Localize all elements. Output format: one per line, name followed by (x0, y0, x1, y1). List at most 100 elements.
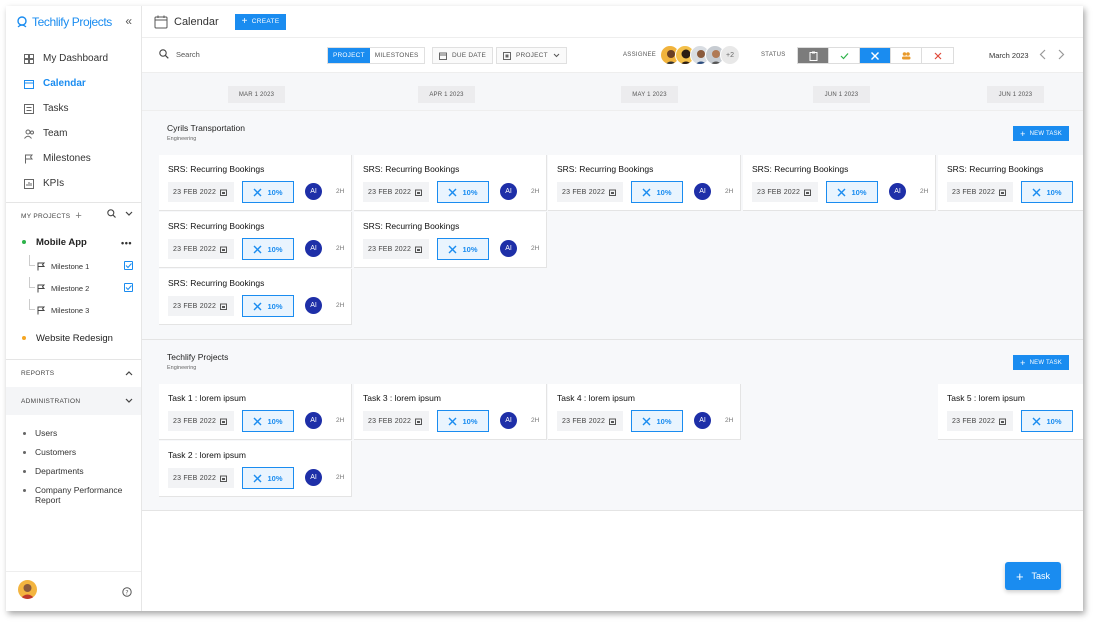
due-date-chip[interactable]: 23 FEB 2022 (168, 296, 234, 316)
milestone-item[interactable]: Milestone 2 (6, 277, 141, 299)
project-mobile-app[interactable]: Mobile App ••• (6, 229, 141, 255)
progress-badge[interactable]: 10% (242, 467, 294, 489)
progress-badge[interactable]: 10% (826, 181, 878, 203)
avatar[interactable] (18, 580, 37, 599)
project-filter[interactable]: PROJECT (496, 47, 567, 64)
admin-item-users[interactable]: Users (6, 424, 141, 443)
status-cancelled-button[interactable] (922, 48, 953, 63)
nav-label: My Dashboard (43, 53, 109, 64)
status-done-button[interactable] (829, 48, 860, 63)
due-date-chip[interactable]: 23 FEB 2022 (557, 411, 623, 431)
assignee-avatar[interactable]: AI (889, 183, 906, 200)
task-card[interactable]: Task 4 : lorem ipsum 23 FEB 2022 10% AI 2H (548, 384, 741, 440)
task-card[interactable]: SRS: Recurring Bookings 23 FEB 2022 10% AI 2… (354, 212, 547, 268)
assignee-avatar[interactable]: AI (500, 240, 517, 257)
progress-badge[interactable]: 10% (1021, 181, 1073, 203)
add-task-fab[interactable]: + Task (1005, 562, 1061, 590)
assignee-avatar[interactable]: AI (694, 183, 711, 200)
checkbox-icon[interactable] (124, 261, 133, 270)
progress-badge[interactable]: 10% (631, 410, 683, 432)
task-card[interactable]: Task 1 : lorem ipsum 23 FEB 2022 10% AI 2H (159, 384, 352, 440)
new-task-button[interactable]: + NEW TASK (1013, 355, 1069, 370)
task-card[interactable]: Task 2 : lorem ipsum 23 FEB 2022 10% AI 2H (159, 441, 352, 497)
due-date-chip[interactable]: 23 FEB 2022 (947, 182, 1013, 202)
task-card[interactable]: Task 3 : lorem ipsum 23 FEB 2022 10% AI 2H (354, 384, 547, 440)
reports-header[interactable]: REPORTS (6, 360, 141, 387)
help-icon[interactable]: ? (122, 587, 132, 597)
admin-item-customers[interactable]: Customers (6, 443, 141, 462)
due-date-chip[interactable]: 23 FEB 2022 (363, 411, 429, 431)
due-date-chip[interactable]: 23 FEB 2022 (168, 468, 234, 488)
due-date-filter[interactable]: DUE DATE (432, 47, 493, 64)
status-in-progress-button[interactable] (860, 48, 891, 63)
nav-kpis[interactable]: KPIs (6, 171, 141, 196)
progress-badge[interactable]: 10% (631, 181, 683, 203)
nav-calendar[interactable]: Calendar (6, 71, 141, 96)
due-date-chip[interactable]: 23 FEB 2022 (363, 239, 429, 259)
milestone-item[interactable]: Milestone 3 (6, 299, 141, 321)
due-date-chip[interactable]: 23 FEB 2022 (168, 182, 234, 202)
task-card[interactable]: SRS: Recurring Bookings 23 FEB 2022 10% AI 2… (743, 155, 936, 211)
task-card[interactable]: SRS: Recurring Bookings 23 FEB 2022 10% AI 2… (159, 269, 352, 325)
assignee-avatar[interactable]: AI (305, 297, 322, 314)
due-date-chip[interactable]: 23 FEB 2022 (947, 411, 1013, 431)
progress-badge[interactable]: 10% (242, 295, 294, 317)
assignee-avatar[interactable]: AI (305, 240, 322, 257)
progress-badge[interactable]: 10% (1021, 410, 1073, 432)
task-card[interactable]: SRS: Recurring Bookings 23 FEB 2022 10% AI 2… (159, 212, 352, 268)
task-card[interactable]: SRS: Recurring Bookings 23 FEB 2022 10% AI 2… (354, 155, 547, 211)
assignee-avatar[interactable]: AI (694, 412, 711, 429)
nav-milestones[interactable]: Milestones (6, 146, 141, 171)
more-assignees-badge[interactable]: +2 (720, 45, 740, 65)
assignee-avatar[interactable]: AI (305, 412, 322, 429)
due-date-chip[interactable]: 23 FEB 2022 (557, 182, 623, 202)
admin-item-company-performance[interactable]: Company Performance Report (6, 481, 141, 509)
task-card[interactable]: SRS: Recurring Bookings 23 FEB 2022 10% (938, 155, 1083, 211)
due-date-chip[interactable]: 23 FEB 2022 (752, 182, 818, 202)
checkbox-icon[interactable] (124, 283, 133, 292)
tab-project[interactable]: PROJECT (328, 48, 370, 63)
task-card[interactable]: SRS: Recurring Bookings 23 FEB 2022 10% AI 2… (548, 155, 741, 211)
nav-tasks[interactable]: Tasks (6, 96, 141, 121)
chevron-down-icon[interactable] (125, 398, 133, 404)
logo[interactable]: Techlify Projects « (6, 6, 141, 38)
task-title: Task 2 : lorem ipsum (168, 450, 246, 460)
admin-item-departments[interactable]: Departments (6, 462, 141, 481)
status-pending-button[interactable] (798, 48, 829, 63)
progress-badge[interactable]: 10% (242, 181, 294, 203)
due-date-chip[interactable]: 23 FEB 2022 (363, 182, 429, 202)
chevron-left-icon[interactable] (1039, 49, 1046, 60)
assignee-avatar[interactable]: AI (305, 183, 322, 200)
progress-badge[interactable]: 10% (242, 238, 294, 260)
due-date-chip[interactable]: 23 FEB 2022 (168, 239, 234, 259)
search-input[interactable]: Search (159, 49, 200, 59)
milestone-item[interactable]: Milestone 1 (6, 255, 141, 277)
more-icon[interactable]: ••• (121, 238, 132, 248)
chevron-down-icon[interactable] (125, 211, 133, 217)
progress-badge[interactable]: 10% (437, 410, 489, 432)
progress-badge[interactable]: 10% (242, 410, 294, 432)
assignee-avatar[interactable]: AI (500, 412, 517, 429)
progress-badge[interactable]: 10% (437, 238, 489, 260)
task-card[interactable]: SRS: Recurring Bookings 23 FEB 2022 10% AI 2… (159, 155, 352, 211)
assignee-avatar[interactable]: AI (500, 183, 517, 200)
chevron-up-icon[interactable] (125, 370, 133, 376)
create-button[interactable]: + CREATE (234, 13, 287, 30)
estimated-hours: 2H (920, 188, 929, 195)
add-project-icon[interactable]: + (75, 210, 82, 222)
progress-value: 10% (267, 301, 283, 311)
progress-badge[interactable]: 10% (437, 181, 489, 203)
nav-dashboard[interactable]: My Dashboard (6, 46, 141, 71)
task-card[interactable]: Task 5 : lorem ipsum 23 FEB 2022 10% (938, 384, 1083, 440)
project-website-redesign[interactable]: Website Redesign (6, 325, 141, 351)
collapse-sidebar-icon[interactable]: « (125, 15, 132, 27)
administration-header[interactable]: ADMINISTRATION (6, 387, 141, 415)
nav-team[interactable]: Team (6, 121, 141, 146)
new-task-button[interactable]: + NEW TASK (1013, 126, 1069, 141)
search-icon[interactable] (107, 209, 116, 218)
status-assigned-button[interactable] (891, 48, 922, 63)
assignee-avatar[interactable]: AI (305, 469, 322, 486)
chevron-right-icon[interactable] (1058, 49, 1065, 60)
due-date-chip[interactable]: 23 FEB 2022 (168, 411, 234, 431)
tab-milestones[interactable]: MILESTONES (370, 48, 424, 63)
